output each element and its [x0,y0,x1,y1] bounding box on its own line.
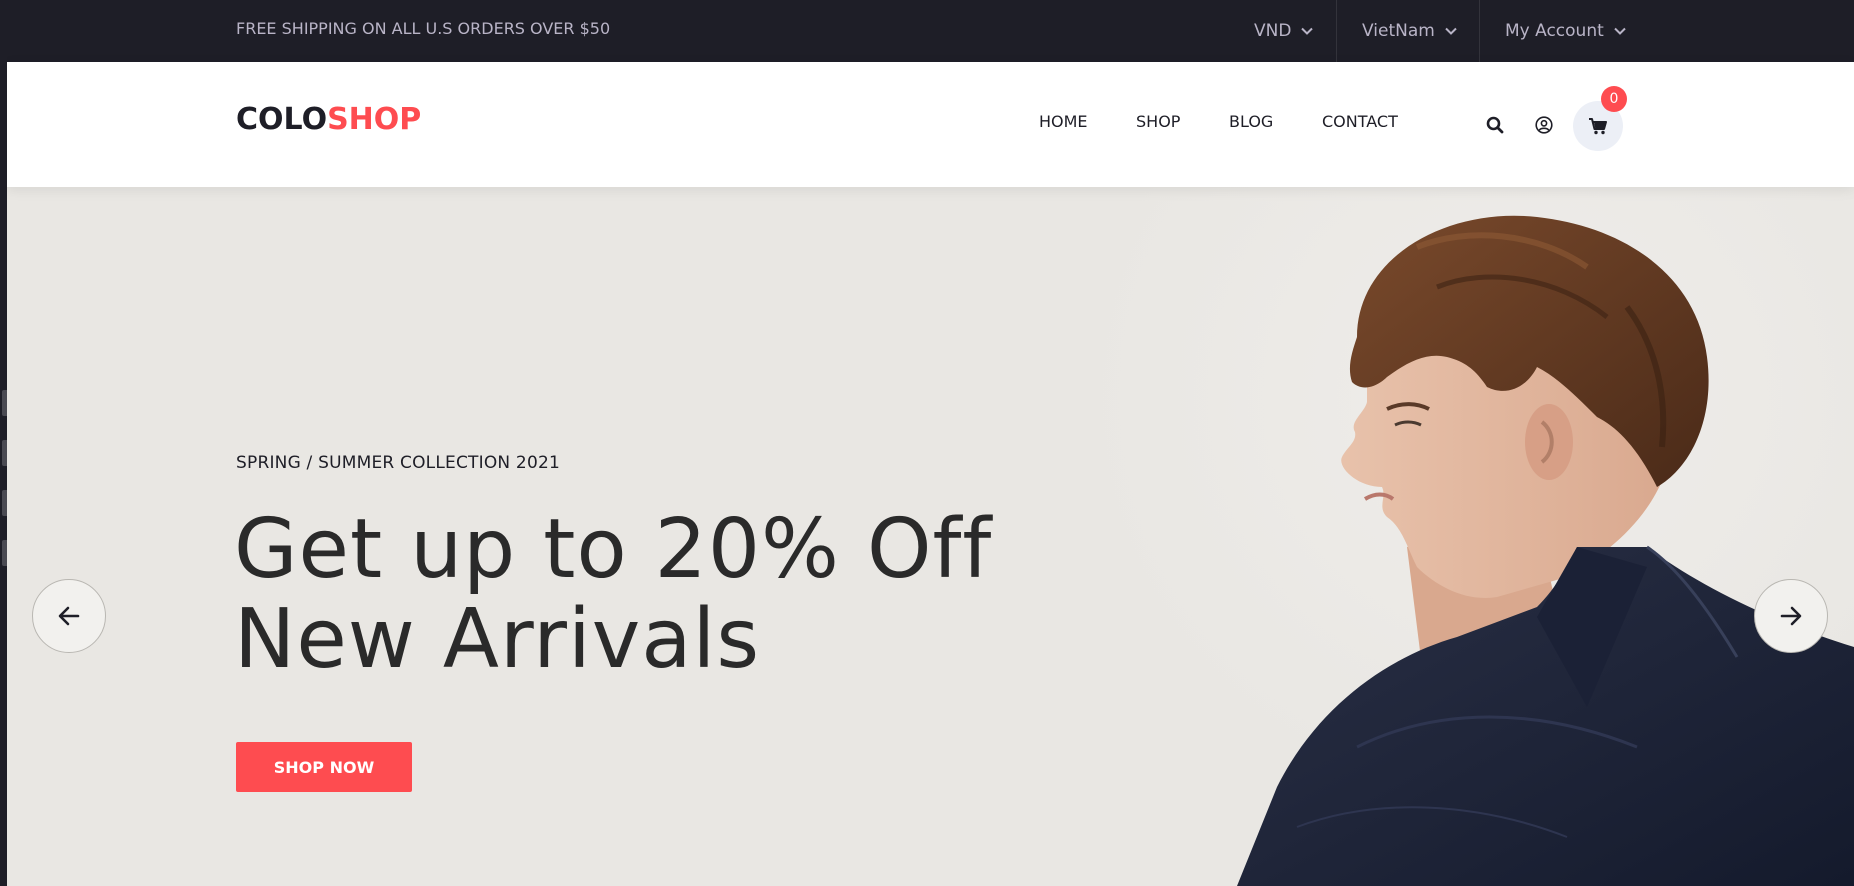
currency-dropdown[interactable]: VND [1254,0,1314,62]
arrow-left-icon [58,606,80,626]
headline-line-1: Get up to 20% Off [234,502,993,597]
slider-prev-button[interactable] [32,579,106,653]
cart-count-badge: 0 [1601,86,1627,112]
hero-model-image [1237,215,1854,886]
nav-blog[interactable]: BLOG [1229,112,1273,131]
hero-subtitle: SPRING / SUMMER COLLECTION 2021 [236,453,560,473]
account-dropdown[interactable]: My Account [1505,0,1627,62]
logo-text-accent: SHOP [327,102,422,137]
shipping-promo: FREE SHIPPING ON ALL U.S ORDERS OVER $50 [236,19,611,38]
site-logo[interactable]: COLOSHOP [236,102,421,137]
user-icon[interactable] [1533,114,1555,136]
chevron-down-icon [1614,27,1626,35]
chevron-down-icon [1301,27,1314,35]
country-label: VietNam [1362,21,1435,41]
search-icon[interactable] [1484,114,1506,136]
hero-slider: SPRING / SUMMER COLLECTION 2021 Get up t… [7,187,1854,886]
window-edge [0,0,7,886]
topbar-divider [1336,0,1337,62]
shop-now-button[interactable]: SHOP NOW [236,742,412,792]
main-header: COLOSHOP HOME SHOP BLOG CONTACT 0 [7,62,1854,187]
topbar-divider [1479,0,1480,62]
top-bar: FREE SHIPPING ON ALL U.S ORDERS OVER $50… [7,0,1854,62]
nav-shop[interactable]: SHOP [1136,112,1180,131]
page: FREE SHIPPING ON ALL U.S ORDERS OVER $50… [7,0,1854,886]
cart-icon [1589,118,1607,135]
arrow-right-icon [1780,606,1802,626]
nav-home[interactable]: HOME [1039,112,1088,131]
nav-contact[interactable]: CONTACT [1322,112,1398,131]
slider-next-button[interactable] [1754,579,1828,653]
headline-line-2: New Arrivals [234,592,761,687]
hero-headline: Get up to 20% Off New Arrivals [234,505,992,685]
chevron-down-icon [1445,27,1457,35]
logo-text-dark: COLO [236,102,328,137]
country-dropdown[interactable]: VietNam [1362,0,1458,62]
currency-label: VND [1254,21,1292,41]
account-label: My Account [1505,21,1604,41]
